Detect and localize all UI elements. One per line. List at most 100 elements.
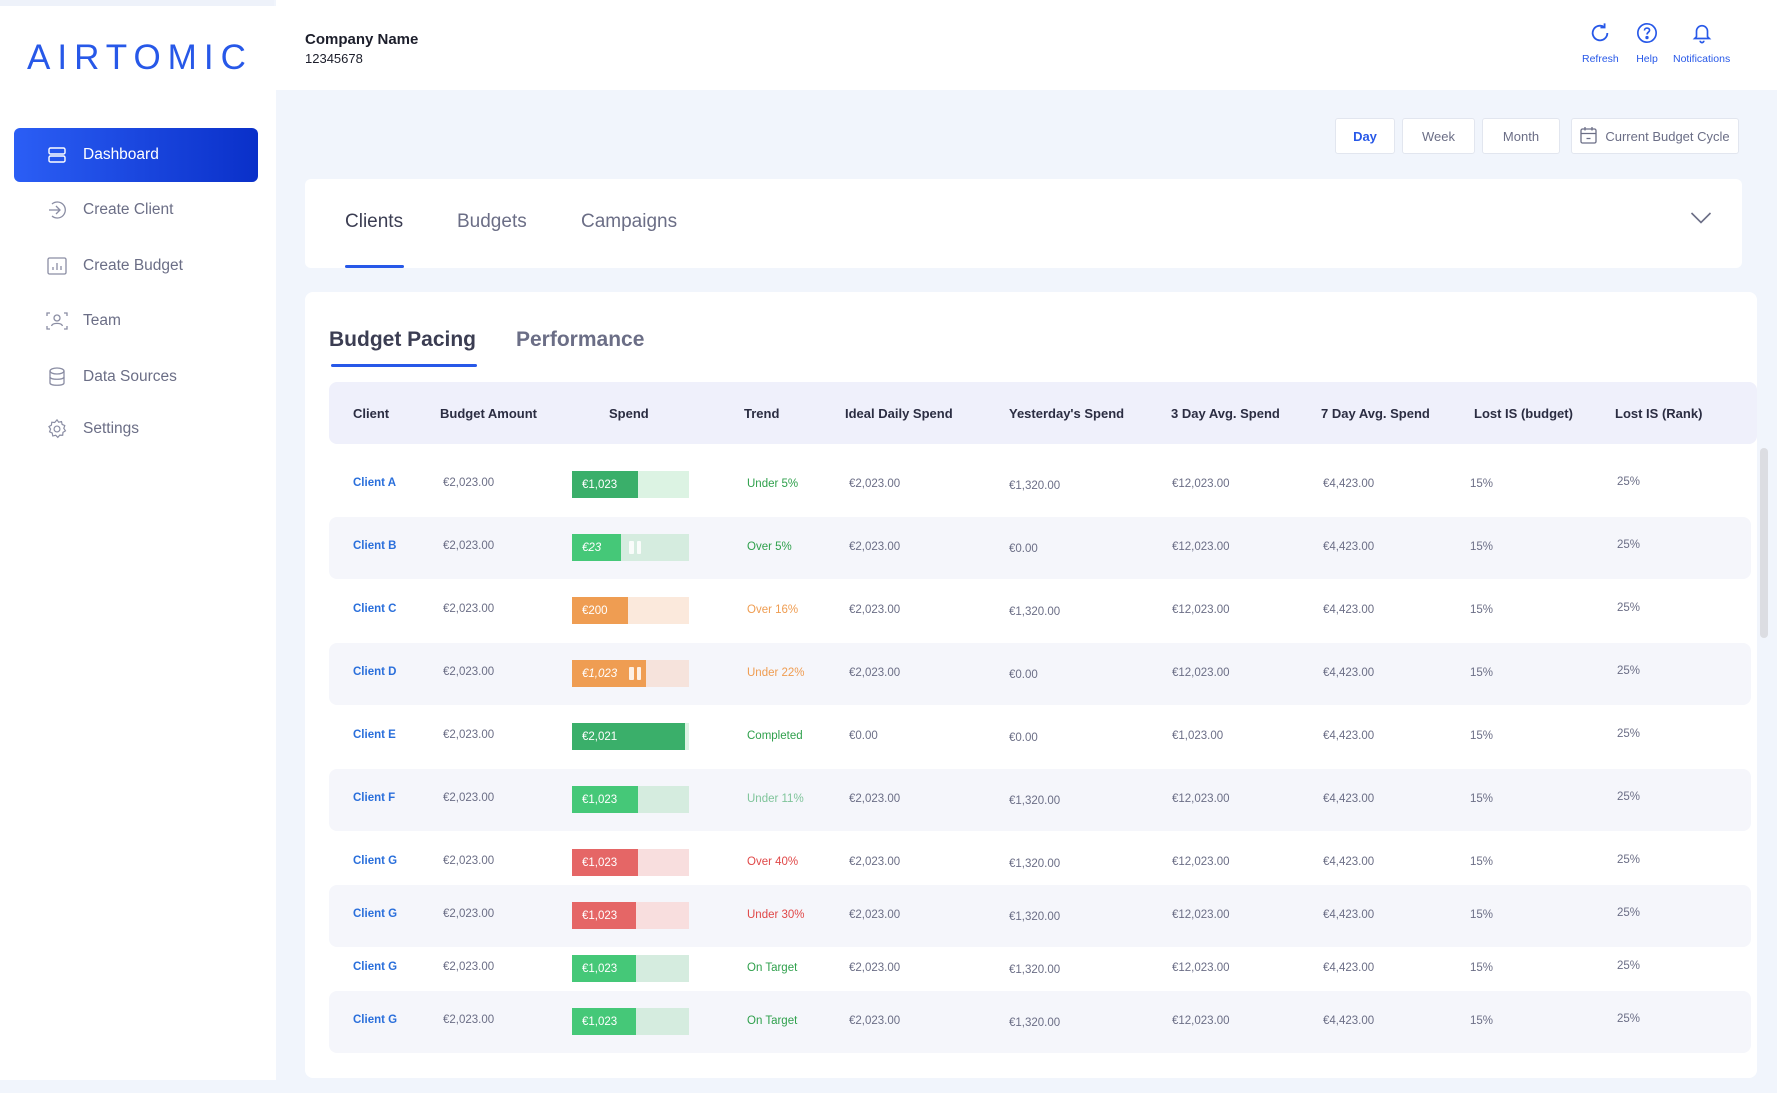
client-link[interactable]: Client D <box>353 666 396 678</box>
column-header[interactable]: Lost IS (Rank) <box>1615 406 1702 421</box>
dashboard-icon <box>46 144 68 166</box>
column-header[interactable]: 7 Day Avg. Spend <box>1321 406 1430 421</box>
column-header[interactable]: Yesterday's Spend <box>1009 406 1124 421</box>
sidebar-item-create-budget[interactable]: Create Budget <box>14 239 258 293</box>
lost-is-budget: 15% <box>1470 909 1494 921</box>
lost-is-budget: 15% <box>1470 962 1494 974</box>
table-header: Client Budget Amount Spend Trend Ideal D… <box>329 382 1757 444</box>
spend-progress-fill: €1,023 <box>572 849 638 876</box>
range-month-button[interactable]: Month <box>1482 118 1560 154</box>
spend-progress-bar: €1,023 <box>572 955 689 982</box>
trend-status: Over 40% <box>747 856 799 868</box>
refresh-icon <box>1589 22 1611 53</box>
column-header[interactable]: Ideal Daily Spend <box>845 406 953 421</box>
sidebar-item-label: Team <box>83 312 121 329</box>
company-id: 12345678 <box>305 51 363 66</box>
subtab-performance[interactable]: Performance <box>516 328 644 352</box>
table-scrollbar[interactable] <box>1760 448 1768 638</box>
spend-value: €200 <box>582 604 608 617</box>
column-header[interactable]: Budget Amount <box>440 406 537 421</box>
ideal-daily-spend: €2,023.00 <box>849 604 901 616</box>
ideal-daily-spend: €2,023.00 <box>849 793 901 805</box>
lost-is-budget: 15% <box>1470 667 1494 679</box>
yesterdays-spend: €0.00 <box>1009 732 1038 744</box>
column-header[interactable]: Client <box>353 406 389 421</box>
spend-progress-bar: €1,023 <box>572 786 689 813</box>
database-icon <box>46 366 68 388</box>
column-header[interactable]: Trend <box>744 406 779 421</box>
column-header[interactable]: Lost IS (budget) <box>1474 406 1573 421</box>
lost-is-rank: 25% <box>1617 539 1641 551</box>
client-link[interactable]: Client G <box>353 1014 397 1026</box>
spend-progress-bar: €1,023 <box>572 902 689 929</box>
ideal-daily-spend: €2,023.00 <box>849 667 901 679</box>
lost-is-rank: 25% <box>1617 854 1641 866</box>
spend-progress-bar: €200 <box>572 597 689 624</box>
budget-amount: €2,023.00 <box>443 603 495 615</box>
client-link[interactable]: Client A <box>353 477 396 489</box>
table-row[interactable]: Client F €2,023.00 €1,023 Under 11% €2,023.0… <box>329 769 1751 831</box>
three-day-avg-spend: €12,023.00 <box>1172 604 1230 616</box>
tab-budgets[interactable]: Budgets <box>457 211 527 233</box>
range-week-button[interactable]: Week <box>1402 118 1475 154</box>
trend-status: Under 30% <box>747 909 805 921</box>
spend-value: €2,021 <box>582 730 618 743</box>
sidebar-item-team[interactable]: Team <box>14 294 258 348</box>
client-link[interactable]: Client F <box>353 792 395 804</box>
trend-status: Under 11% <box>747 793 804 805</box>
range-day-button[interactable]: Day <box>1335 118 1395 154</box>
table-row[interactable]: Client A €2,023.00 €1,023 Under 5% €2,023.00… <box>329 454 1751 516</box>
yesterdays-spend: €0.00 <box>1009 543 1038 555</box>
column-header[interactable]: Spend <box>609 406 649 421</box>
seven-day-avg-spend: €4,423.00 <box>1323 730 1375 742</box>
table-row[interactable]: Client D €2,023.00 €1,023 Under 22% €2,023.0… <box>329 643 1751 705</box>
ideal-daily-spend: €2,023.00 <box>849 478 901 490</box>
sidebar-item-settings[interactable]: Settings <box>14 402 258 456</box>
notifications-button[interactable]: Notifications <box>1673 22 1730 65</box>
sidebar-item-data-sources[interactable]: Data Sources <box>14 350 258 404</box>
client-link[interactable]: Client E <box>353 729 396 741</box>
client-link[interactable]: Client B <box>353 540 396 552</box>
lost-is-rank: 25% <box>1617 476 1641 488</box>
spend-progress-fill: €1,023 <box>572 1008 637 1035</box>
ideal-daily-spend: €2,023.00 <box>849 1015 901 1027</box>
sidebar-item-dashboard[interactable]: Dashboard <box>14 128 258 182</box>
chevron-down-icon[interactable] <box>1690 211 1712 230</box>
sidebar-item-label: Settings <box>83 420 140 437</box>
table-row[interactable]: Client E €2,023.00 €2,021 Completed €0.00 €0.… <box>329 706 1751 768</box>
help-button[interactable]: Help <box>1636 22 1658 65</box>
current-budget-cycle-button[interactable]: Current Budget Cycle <box>1571 118 1739 154</box>
yesterdays-spend: €1,320.00 <box>1009 858 1061 870</box>
budget-amount: €2,023.00 <box>443 792 495 804</box>
current-budget-cycle-label: Current Budget Cycle <box>1605 128 1730 144</box>
pause-icon[interactable] <box>629 541 641 554</box>
spend-value: €1,023 <box>582 793 618 806</box>
lost-is-rank: 25% <box>1617 960 1641 972</box>
client-link[interactable]: Client G <box>353 855 397 867</box>
refresh-button[interactable]: Refresh <box>1582 22 1619 65</box>
table-row[interactable]: Client G €2,023.00 €1,023 On Target €2,023.0… <box>329 991 1751 1053</box>
spend-value: €1,023 <box>582 1015 618 1028</box>
budget-amount: €2,023.00 <box>443 477 495 489</box>
client-link[interactable]: Client G <box>353 908 397 920</box>
budget-amount: €2,023.00 <box>443 961 495 973</box>
pause-icon[interactable] <box>629 667 641 680</box>
tab-campaigns[interactable]: Campaigns <box>581 211 677 233</box>
spend-progress-bar: €1,023 <box>572 849 689 876</box>
seven-day-avg-spend: €4,423.00 <box>1323 667 1375 679</box>
three-day-avg-spend: €1,023.00 <box>1172 730 1224 742</box>
subtab-budget-pacing[interactable]: Budget Pacing <box>329 328 476 352</box>
sidebar-item-create-client[interactable]: Create Client <box>14 183 258 237</box>
spend-value: €1,023 <box>582 856 618 869</box>
ideal-daily-spend: €2,023.00 <box>849 541 901 553</box>
three-day-avg-spend: €12,023.00 <box>1172 541 1230 553</box>
spend-progress-fill: €200 <box>572 597 629 624</box>
lost-is-budget: 15% <box>1470 541 1494 553</box>
tab-clients[interactable]: Clients <box>345 211 403 233</box>
column-header[interactable]: 3 Day Avg. Spend <box>1171 406 1280 421</box>
table-row[interactable]: Client C €2,023.00 €200 Over 16% €2,023.00 €1… <box>329 580 1751 642</box>
table-row[interactable]: Client B €2,023.00 €23 Over 5% €2,023.00 €0.0… <box>329 517 1751 579</box>
client-link[interactable]: Client G <box>353 961 397 973</box>
yesterdays-spend: €1,320.00 <box>1009 964 1061 976</box>
client-link[interactable]: Client C <box>353 603 396 615</box>
